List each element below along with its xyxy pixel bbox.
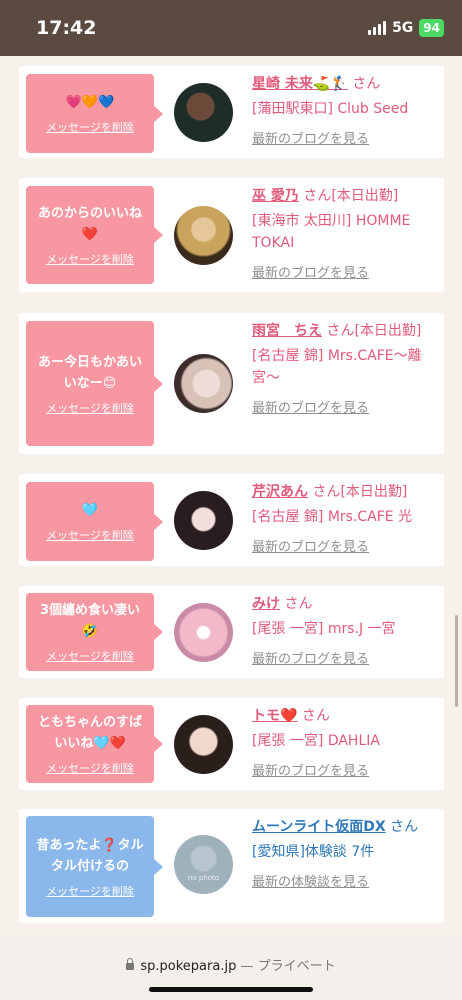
profile-info: ムーンライト仮面DX さん [愛知県]体験談 7件 最新の体験談を見る <box>252 816 439 894</box>
private-mode-label: プライベート <box>257 959 336 974</box>
shop-name: [名古屋 錦] Mrs.CAFE 光 <box>252 509 413 525</box>
latest-blog-link[interactable]: 最新のブログを見る <box>252 537 369 559</box>
url-bar[interactable]: sp.pokepara.jp — プライベート <box>0 955 462 974</box>
profile-name-link[interactable]: ムーンライト仮面DX <box>252 819 386 835</box>
message-bubble: 💗🧡💙 メッセージを削除 <box>26 74 163 153</box>
delete-message-link[interactable]: メッセージを削除 <box>46 883 134 899</box>
message-text: 昔あったよ❓タルタル付けるの <box>36 837 144 874</box>
shop-name: [蒲田駅東口] Club Seed <box>252 101 409 117</box>
honorific: さん[本日出勤] <box>303 188 399 204</box>
profile-info: 星崎 未来⛳️🏌️ さん [蒲田駅東口] Club Seed 最新のブログを見る <box>252 73 439 151</box>
message-bubble: ともちゃんのすばいいね🩵❤️ メッセージを削除 <box>26 705 163 783</box>
profile-info: 芹沢あん さん[本日出勤] [名古屋 錦] Mrs.CAFE 光 最新のブログを… <box>252 481 439 559</box>
shop-name: [尾張 一宮] DAHLIA <box>252 733 380 749</box>
status-indicators: 5G 94 <box>368 19 444 37</box>
status-time: 17:42 <box>36 17 97 39</box>
latest-blog-link[interactable]: 最新のブログを見る <box>252 761 369 783</box>
profile-name-link[interactable]: 芹沢あん <box>252 484 308 500</box>
browser-bottom-bar: sp.pokepara.jp — プライベート <box>0 936 462 1000</box>
shop-name: [尾張 一宮] mrs.J 一宮 <box>252 621 396 637</box>
profile-info: 雨宮 ちえ さん[本日出勤] [名古屋 錦] Mrs.CAFE〜離宮〜 最新のブ… <box>252 320 439 420</box>
profile-info: トモ❤️ さん [尾張 一宮] DAHLIA 最新のブログを見る <box>252 705 439 783</box>
shop-name: [東海市 太田川] HOMME TOKAI <box>252 213 411 251</box>
honorific: さん[本日出勤] <box>326 323 422 339</box>
profile-info: みけ さん [尾張 一宮] mrs.J 一宮 最新のブログを見る <box>252 593 439 671</box>
signal-icon <box>368 21 387 35</box>
profile-name-link[interactable]: トモ❤️ <box>252 708 297 724</box>
network-label: 5G <box>392 20 414 36</box>
lock-icon <box>126 958 135 970</box>
message-feed[interactable]: 💗🧡💙 メッセージを削除 星崎 未来⛳️🏌️ さん [蒲田駅東口] Club S… <box>0 56 462 936</box>
scrollbar[interactable] <box>455 615 458 707</box>
message-card: 昔あったよ❓タルタル付けるの メッセージを削除 no photo ムーンライト仮… <box>19 809 444 923</box>
no-photo-avatar[interactable]: no photo <box>174 835 233 894</box>
message-text: あー今日もかあいいなー😊 <box>37 354 142 391</box>
message-text: 3個纏め食い凄い🤣 <box>39 603 141 639</box>
latest-review-link[interactable]: 最新の体験談を見る <box>252 872 369 894</box>
latest-blog-link[interactable]: 最新のブログを見る <box>252 649 369 671</box>
delete-message-link[interactable]: メッセージを削除 <box>46 648 134 664</box>
honorific: さん[本日出勤] <box>312 484 408 500</box>
message-card: 💗🧡💙 メッセージを削除 星崎 未来⛳️🏌️ さん [蒲田駅東口] Club S… <box>19 66 444 158</box>
profile-name-link[interactable]: 巫 愛乃 <box>252 188 299 204</box>
message-card: ともちゃんのすばいいね🩵❤️ メッセージを削除 トモ❤️ さん [尾張 一宮] … <box>19 698 444 790</box>
avatar[interactable] <box>174 491 233 550</box>
delete-message-link[interactable]: メッセージを削除 <box>46 119 134 135</box>
profile-info: 巫 愛乃 さん[本日出勤] [東海市 太田川] HOMME TOKAI 最新のブ… <box>252 185 439 285</box>
message-card: あー今日もかあいいなー😊 メッセージを削除 雨宮 ちえ さん[本日出勤] [名古… <box>19 313 444 454</box>
message-text: 🩵 <box>81 503 99 518</box>
message-card: 3個纏め食い凄い🤣 メッセージを削除 みけ さん [尾張 一宮] mrs.J 一… <box>19 586 444 678</box>
message-bubble: 🩵 メッセージを削除 <box>26 482 163 561</box>
status-bar: 17:42 5G 94 <box>0 0 462 56</box>
delete-message-link[interactable]: メッセージを削除 <box>46 251 134 267</box>
honorific: さん <box>352 76 381 92</box>
delete-message-link[interactable]: メッセージを削除 <box>46 400 134 416</box>
avatar[interactable] <box>174 83 233 142</box>
shop-name: [名古屋 錦] Mrs.CAFE〜離宮〜 <box>252 348 422 386</box>
url-text: sp.pokepara.jp <box>140 959 237 974</box>
message-bubble: あのからのいいね❤️ メッセージを削除 <box>26 186 163 284</box>
latest-blog-link[interactable]: 最新のブログを見る <box>252 263 369 285</box>
delete-message-link[interactable]: メッセージを削除 <box>46 760 134 776</box>
avatar[interactable] <box>174 603 233 662</box>
shop-name: [愛知県]体験談 7件 <box>252 844 375 860</box>
profile-name-link[interactable]: 星崎 未来⛳️🏌️ <box>252 76 348 92</box>
battery-icon: 94 <box>419 19 444 37</box>
latest-blog-link[interactable]: 最新のブログを見る <box>252 129 369 151</box>
profile-name-link[interactable]: 雨宮 ちえ <box>252 323 322 339</box>
message-bubble: あー今日もかあいいなー😊 メッセージを削除 <box>26 321 163 446</box>
message-text: あのからのいいね❤️ <box>37 206 142 242</box>
message-card: あのからのいいね❤️ メッセージを削除 巫 愛乃 さん[本日出勤] [東海市 太… <box>19 178 444 292</box>
message-card: 🩵 メッセージを削除 芹沢あん さん[本日出勤] [名古屋 錦] Mrs.CAF… <box>19 474 444 566</box>
avatar[interactable] <box>174 354 233 413</box>
message-text: 💗🧡💙 <box>65 95 115 110</box>
url-separator: — <box>240 959 254 974</box>
no-photo-label: no photo <box>187 874 220 882</box>
latest-blog-link[interactable]: 最新のブログを見る <box>252 398 369 420</box>
home-indicator[interactable] <box>149 987 313 992</box>
honorific: さん <box>284 596 313 612</box>
message-bubble: 昔あったよ❓タルタル付けるの メッセージを削除 <box>26 816 163 917</box>
profile-name-link[interactable]: みけ <box>252 596 280 612</box>
honorific: さん <box>390 819 419 835</box>
avatar[interactable] <box>174 715 233 774</box>
avatar[interactable] <box>174 206 233 265</box>
delete-message-link[interactable]: メッセージを削除 <box>46 527 134 543</box>
message-bubble: 3個纏め食い凄い🤣 メッセージを削除 <box>26 593 163 671</box>
message-text: ともちゃんのすばいいね🩵❤️ <box>37 715 142 751</box>
honorific: さん <box>301 708 330 724</box>
